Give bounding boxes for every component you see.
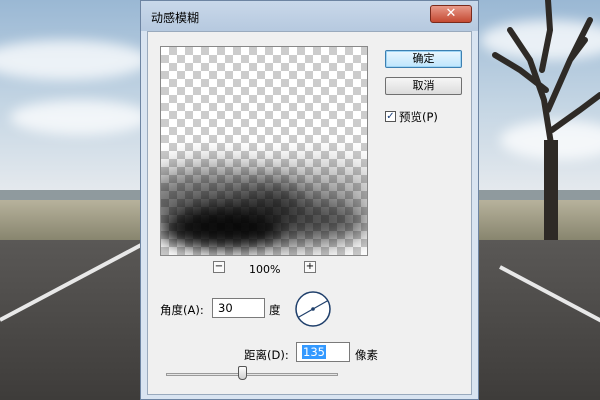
plus-icon: + — [305, 261, 315, 272]
distance-label: 距离(D): — [244, 348, 289, 362]
tree — [492, 0, 600, 240]
zoom-level: 100% — [249, 263, 281, 276]
zoom-out-button[interactable]: − — [213, 261, 225, 273]
dialog-body: − 100% + 确定 取消 ✓ 预览(P) 角度(A): 30 度 距离(D)… — [147, 31, 472, 395]
check-icon: ✓ — [386, 111, 395, 122]
preview-area[interactable] — [160, 46, 368, 256]
zoom-in-button[interactable]: + — [304, 261, 316, 273]
angle-input[interactable]: 30 — [212, 298, 265, 318]
preview-label: 预览(P) — [399, 110, 438, 124]
close-button[interactable]: ✕ — [430, 5, 472, 23]
angle-dial[interactable] — [294, 290, 332, 328]
ok-button[interactable]: 确定 — [385, 50, 462, 68]
dialog-title: 动感模糊 — [151, 11, 200, 25]
close-icon: ✕ — [445, 6, 457, 21]
distance-slider-thumb[interactable] — [238, 366, 247, 380]
distance-slider-track[interactable] — [166, 373, 338, 376]
distance-input[interactable]: 135 — [296, 342, 350, 362]
motion-blur-dialog: 动感模糊 ✕ − 100% + 确定 取消 ✓ 预览(P) 角度(A): 30 — [140, 0, 479, 400]
preview-blur — [161, 212, 281, 247]
cancel-button[interactable]: 取消 — [385, 77, 462, 95]
distance-unit: 像素 — [355, 348, 378, 362]
angle-label: 角度(A): — [160, 303, 204, 317]
title-bar[interactable]: 动感模糊 ✕ — [141, 1, 478, 31]
minus-icon: − — [214, 261, 224, 272]
angle-unit: 度 — [269, 303, 281, 317]
preview-checkbox[interactable]: ✓ — [385, 111, 396, 122]
cloud — [10, 100, 150, 135]
